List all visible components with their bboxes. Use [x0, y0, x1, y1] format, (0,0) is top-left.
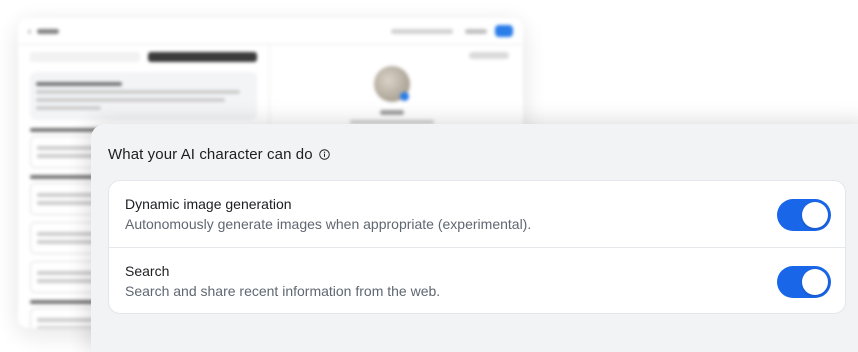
capabilities-header: What your AI character can do [108, 146, 330, 163]
search-toggle[interactable] [777, 266, 831, 298]
capability-description: Autonomously generate images when approp… [125, 216, 532, 232]
background-tab [30, 52, 140, 62]
capability-title: Dynamic image generation [125, 196, 292, 212]
background-chip [469, 52, 509, 59]
background-line [36, 98, 226, 102]
capabilities-panel: What your AI character can do Dynamic im… [91, 124, 858, 352]
background-title-placeholder [37, 28, 59, 34]
background-line [36, 90, 241, 94]
capability-row-image-generation: Dynamic image generation Autonomously ge… [109, 181, 845, 247]
background-save-button [495, 25, 513, 37]
toggle-knob [802, 269, 828, 295]
background-back-icon: ‹ [28, 26, 31, 36]
background-line [36, 82, 122, 86]
background-topbar: ‹ [18, 18, 523, 45]
background-info-card [30, 72, 257, 120]
screenshot-stage: ‹ What your AI character can do Dynamic … [0, 0, 858, 352]
capabilities-list: Dynamic image generation Autonomously ge… [108, 180, 846, 314]
background-tab-active [147, 52, 257, 62]
background-line [36, 106, 101, 110]
capabilities-title: What your AI character can do [108, 146, 313, 163]
background-line [380, 110, 404, 115]
capability-description: Search and share recent information from… [125, 283, 441, 299]
info-circle-icon[interactable] [318, 149, 330, 160]
background-tabs [30, 52, 257, 62]
toggle-knob [802, 202, 828, 228]
background-menu-placeholder [465, 28, 487, 34]
background-avatar-badge [400, 92, 409, 101]
capability-title: Search [125, 263, 170, 279]
background-status-placeholder [391, 28, 453, 34]
image-generation-toggle[interactable] [777, 199, 831, 231]
capability-row-search: Search Search and share recent informati… [109, 247, 845, 313]
